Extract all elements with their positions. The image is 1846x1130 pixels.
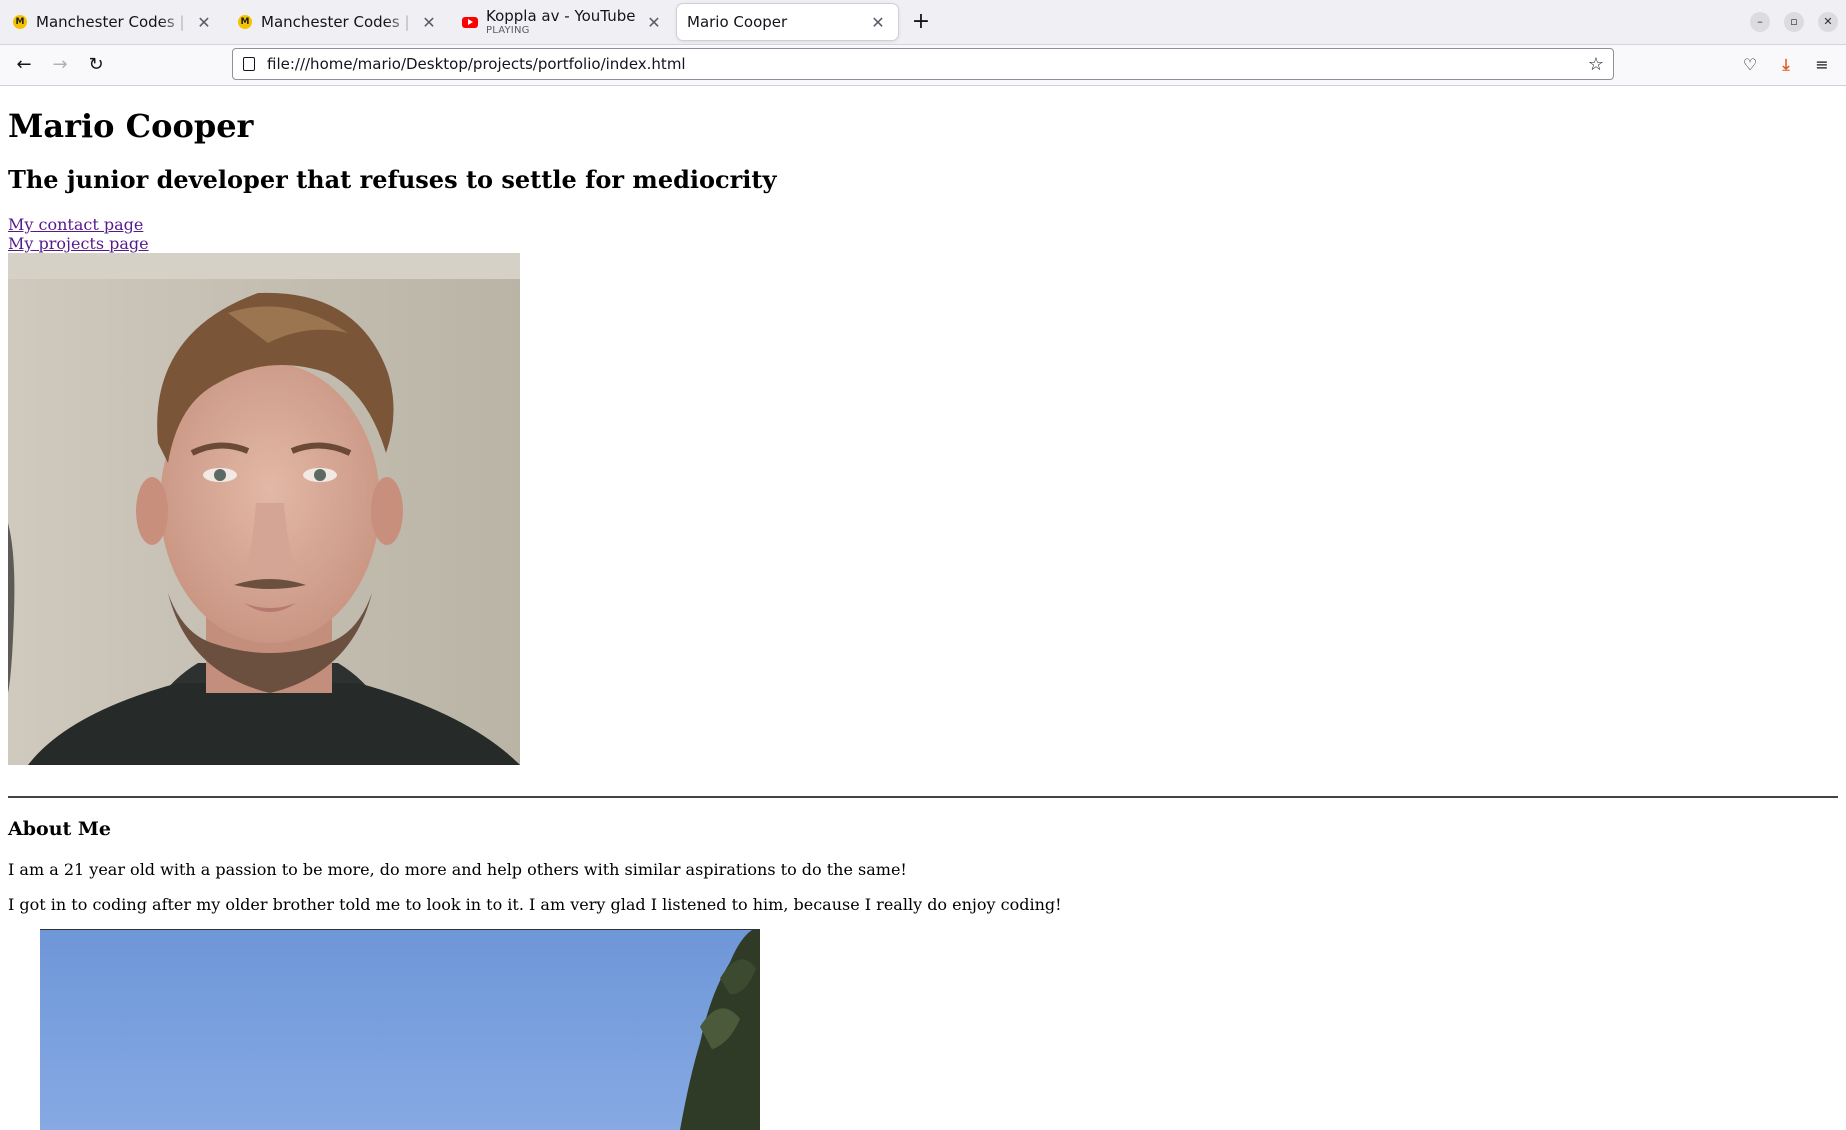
back-button[interactable]: ← — [10, 51, 38, 79]
reload-button[interactable]: ↻ — [82, 51, 110, 79]
tab-title-stack: Koppla av - YouTube PLAYING — [486, 8, 640, 36]
tab-bar: M Manchester Codes | Learn ✕ M Mancheste… — [0, 0, 1846, 45]
close-tab-icon[interactable]: ✕ — [194, 13, 214, 32]
close-tab-icon[interactable]: ✕ — [419, 13, 439, 32]
about-heading: About Me — [8, 818, 112, 841]
contact-page-link[interactable]: My contact page — [8, 215, 1838, 234]
address-bar[interactable]: file:///home/mario/Desktop/projects/port… — [232, 48, 1614, 80]
navigation-toolbar: ← → ↻ file:///home/mario/Desktop/project… — [0, 45, 1846, 86]
restore-button[interactable]: ▫ — [1784, 12, 1804, 32]
tab-youtube[interactable]: Koppla av - YouTube PLAYING ✕ — [452, 4, 674, 40]
page-title: Mario Cooper — [8, 107, 254, 145]
tab-title: Koppla av - YouTube — [486, 8, 636, 26]
menu-icon[interactable]: ≡ — [1808, 51, 1836, 79]
minimize-button[interactable]: – — [1750, 12, 1770, 32]
tab-manchester-codes-2[interactable]: M Manchester Codes | Learn ✕ — [227, 4, 449, 40]
youtube-icon — [462, 14, 478, 30]
new-tab-button[interactable]: + — [908, 8, 934, 36]
projects-page-link[interactable]: My projects page — [8, 234, 1838, 253]
page-content: Mario Cooper The junior developer that r… — [8, 86, 1838, 930]
bookmark-star-icon[interactable]: ☆ — [1579, 54, 1613, 75]
section-divider — [8, 796, 1838, 799]
url-text[interactable]: file:///home/mario/Desktop/projects/port… — [267, 55, 1579, 73]
tab-manchester-codes-1[interactable]: M Manchester Codes | Learn ✕ — [2, 4, 224, 40]
about-paragraph-2: I got in to coding after my older brothe… — [8, 895, 1062, 915]
about-paragraph-1: I am a 21 year old with a passion to be … — [8, 860, 907, 880]
manchester-codes-icon: M — [237, 14, 253, 30]
manchester-codes-icon: M — [12, 14, 28, 30]
outdoor-photo — [40, 929, 760, 1130]
close-tab-icon[interactable]: ✕ — [868, 13, 888, 32]
close-tab-icon[interactable]: ✕ — [644, 13, 664, 32]
close-window-button[interactable]: ✕ — [1818, 12, 1838, 32]
forward-button[interactable]: → — [46, 51, 74, 79]
pocket-icon[interactable]: ♡ — [1736, 51, 1764, 79]
page-tagline: The junior developer that refuses to set… — [8, 165, 777, 195]
tab-title: Manchester Codes | Learn — [36, 13, 190, 31]
tab-mario-cooper[interactable]: Mario Cooper ✕ — [677, 4, 898, 40]
downloads-icon[interactable]: ⤓ — [1772, 51, 1800, 79]
tab-playing-label: PLAYING — [486, 24, 530, 36]
profile-photo — [8, 253, 520, 766]
tab-title: Manchester Codes | Learn — [261, 13, 415, 31]
page-icon — [243, 57, 255, 71]
tab-title: Mario Cooper — [687, 13, 788, 31]
